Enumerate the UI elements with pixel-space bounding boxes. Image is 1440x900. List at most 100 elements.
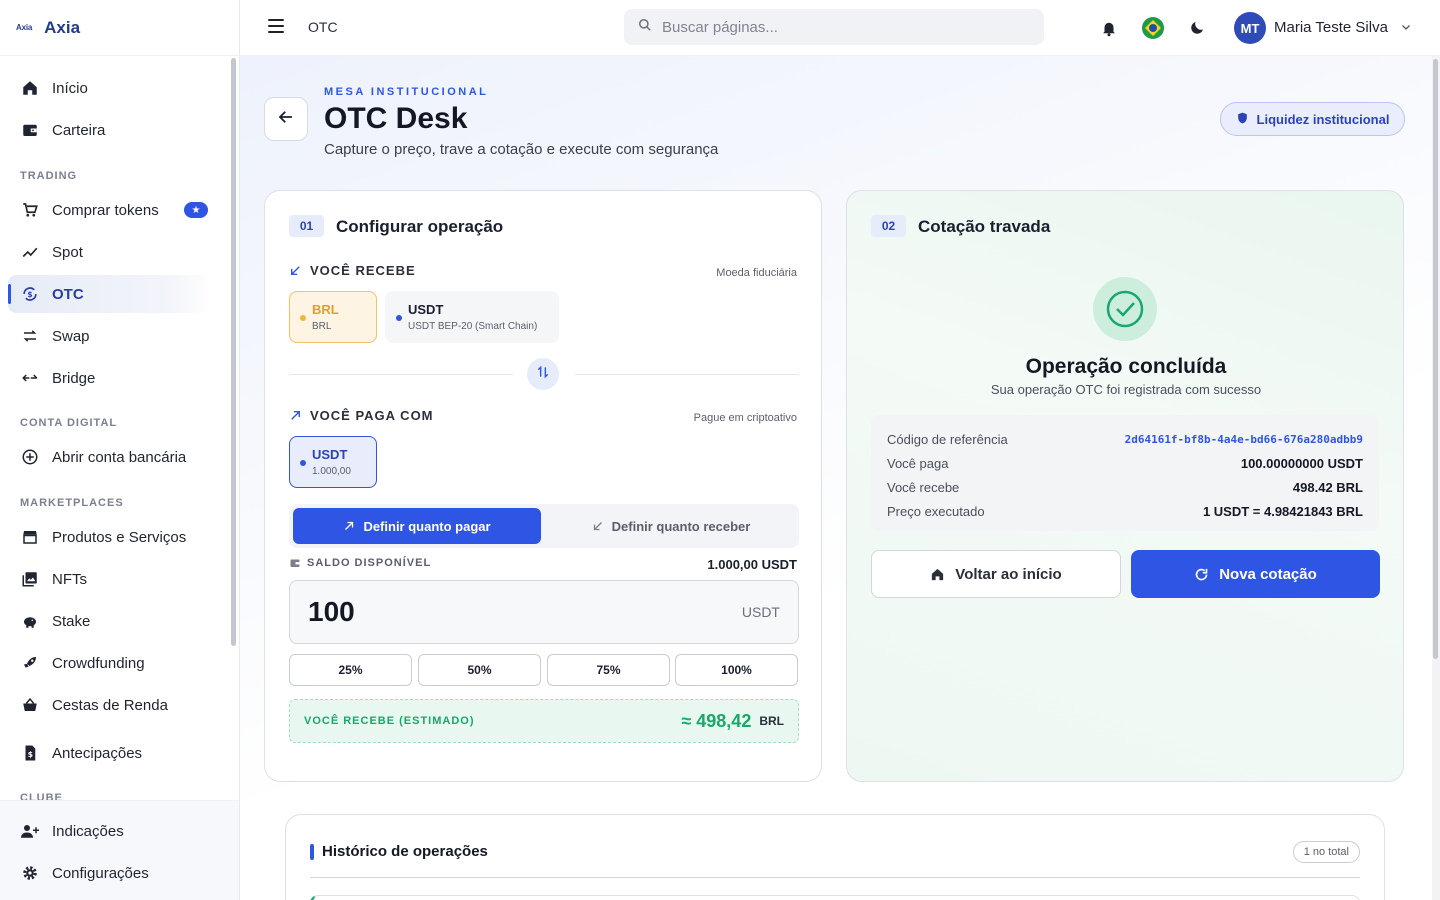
wallet-icon xyxy=(20,120,40,140)
pay-currency-usdt[interactable]: USDT 1.000,00 xyxy=(289,436,377,488)
liquidity-label: Liquidez institucional xyxy=(1256,111,1390,127)
user-name[interactable]: Maria Teste Silva xyxy=(1274,19,1388,36)
estimate-value: ≈ 498,42 xyxy=(681,710,752,731)
estimate-unit: BRL xyxy=(759,714,784,728)
amount-input[interactable]: 100 USDT xyxy=(289,580,799,644)
sidebar: Axia Axia Início Carteira TRADING Compra… xyxy=(0,0,240,900)
brand-logo[interactable]: Axia Axia xyxy=(0,0,239,56)
brazil-flag-icon[interactable] xyxy=(1141,16,1165,40)
divider xyxy=(289,374,513,375)
currency-code: USDT xyxy=(312,447,348,462)
sidebar-item-carteira[interactable]: Carteira xyxy=(8,111,212,149)
balance-label-text: SALDO DISPONÍVEL xyxy=(307,557,432,569)
amount-unit: USDT xyxy=(741,604,780,620)
page-title: OTC Desk xyxy=(324,102,468,135)
sidebar-item-indicacoes[interactable]: Indicações xyxy=(8,812,212,850)
sidebar-item-antecipacoes[interactable]: $ Antecipações xyxy=(8,734,212,772)
moon-icon[interactable] xyxy=(1185,16,1209,40)
receipt-key: Preço executado xyxy=(887,503,985,519)
percent-50-button[interactable]: 50% xyxy=(418,654,541,686)
back-button[interactable] xyxy=(264,97,308,141)
gear-icon xyxy=(20,863,40,883)
brl-dot xyxy=(300,315,306,321)
step-number: 01 xyxy=(289,215,324,237)
add-user-icon xyxy=(20,821,40,841)
sidebar-item-label: Swap xyxy=(52,327,90,345)
receipt-key: Você recebe xyxy=(887,479,960,495)
main-content: MESA INSTITUCIONAL OTC Desk Capture o pr… xyxy=(240,56,1432,900)
sidebar-item-cestas[interactable]: Cestas de Renda xyxy=(8,686,212,724)
sidebar-item-crowdfunding[interactable]: Crowdfunding xyxy=(8,644,212,682)
mode-pay-label: Definir quanto pagar xyxy=(363,518,491,534)
back-home-button[interactable]: Voltar ao início xyxy=(871,550,1121,598)
percent-100-button[interactable]: 100% xyxy=(675,654,798,686)
receipt-row: Você paga 100.00000000 USDT xyxy=(887,451,1363,475)
mode-receive-label: Definir quanto receber xyxy=(611,518,751,534)
currency-option-usdt[interactable]: USDT USDT BEP-20 (Smart Chain) xyxy=(385,291,559,343)
history-panel: Histórico de operações 1 no total xyxy=(285,814,1385,900)
sidebar-scrollbar[interactable] xyxy=(231,58,236,646)
new-quote-button[interactable]: Nova cotação xyxy=(1131,550,1380,598)
sidebar-item-label: OTC xyxy=(52,285,84,303)
top-bar: OTC MT Maria Teste Silva xyxy=(240,0,1440,56)
percent-25-button[interactable]: 25% xyxy=(289,654,412,686)
percent-75-button[interactable]: 75% xyxy=(547,654,670,686)
menu-icon[interactable] xyxy=(268,19,284,33)
sidebar-item-nfts[interactable]: NFTs xyxy=(8,560,212,598)
currency-code: USDT xyxy=(408,302,444,317)
history-row[interactable] xyxy=(310,895,1360,900)
page-eyebrow: MESA INSTITUCIONAL xyxy=(324,86,489,98)
plus-circle-icon xyxy=(20,447,40,467)
bell-icon[interactable] xyxy=(1097,16,1121,40)
sidebar-item-comprar-tokens[interactable]: Comprar tokens ★ xyxy=(8,191,212,229)
sidebar-item-swap[interactable]: Swap xyxy=(8,317,212,355)
history-count-badge: 1 no total xyxy=(1292,841,1360,863)
receive-label-text: VOCÊ RECEBE xyxy=(310,263,416,278)
currency-sub: BRL xyxy=(312,321,332,332)
sidebar-item-label: Abrir conta bancária xyxy=(52,448,187,466)
search-field[interactable] xyxy=(624,9,1044,45)
success-check-icon xyxy=(1093,277,1157,341)
set-receive-amount-button[interactable]: Definir quanto receber xyxy=(547,508,795,544)
shield-icon xyxy=(1236,111,1249,128)
wallet-icon xyxy=(289,557,301,569)
search-input[interactable] xyxy=(662,18,1022,36)
reference-code[interactable]: 2d64161f-bf8b-4a4e-bd66-676a280adbb9 xyxy=(1125,433,1363,446)
scrollbar-thumb[interactable] xyxy=(1433,59,1438,659)
balance-label: SALDO DISPONÍVEL xyxy=(289,557,431,569)
swap-direction-button[interactable] xyxy=(527,358,559,390)
invoice-icon: $ xyxy=(20,743,40,763)
main-scrollbar[interactable] xyxy=(1432,56,1440,900)
sidebar-item-abrir-conta[interactable]: Abrir conta bancária xyxy=(8,438,212,476)
status-title: Operação concluída xyxy=(1025,355,1227,378)
sidebar-item-label: Produtos e Serviços xyxy=(52,528,187,546)
sidebar-item-label: Comprar tokens xyxy=(52,201,159,219)
card-title: Cotação travada xyxy=(918,217,1051,236)
set-pay-amount-button[interactable]: Definir quanto pagar xyxy=(293,508,541,544)
config-card: 01 Configurar operação VOCÊ RECEBE Moeda… xyxy=(264,190,822,782)
sidebar-item-bridge[interactable]: Bridge xyxy=(8,359,212,397)
search-icon xyxy=(638,18,652,37)
sidebar-item-label: Antecipações xyxy=(52,744,143,762)
cart-icon xyxy=(20,200,40,220)
sidebar-item-configuracoes[interactable]: Configurações xyxy=(8,854,212,892)
chart-line-icon xyxy=(20,242,40,262)
sidebar-item-stake[interactable]: Stake xyxy=(8,602,212,640)
sidebar-item-produtos[interactable]: Produtos e Serviços xyxy=(8,518,212,556)
sidebar-item-label: NFTs xyxy=(52,570,87,588)
amount-value[interactable]: 100 xyxy=(308,596,355,628)
refresh-icon xyxy=(1194,567,1209,582)
sidebar-item-inicio[interactable]: Início xyxy=(8,69,212,107)
piggy-bank-icon xyxy=(20,611,40,631)
store-icon xyxy=(20,527,40,547)
liquidity-badge: Liquidez institucional xyxy=(1220,102,1405,136)
avatar[interactable]: MT xyxy=(1234,12,1266,44)
currency-option-brl[interactable]: BRL BRL xyxy=(289,291,377,343)
sidebar-footer: Indicações Configurações xyxy=(0,800,239,900)
sidebar-item-otc[interactable]: $ OTC xyxy=(8,275,212,313)
receipt-row: Preço executado 1 USDT = 4.98421843 BRL xyxy=(887,499,1363,523)
section-clube: CLUBE xyxy=(20,792,63,800)
chevron-down-icon[interactable] xyxy=(1400,20,1412,38)
receipt-row: Código de referência 2d64161f-bf8b-4a4e-… xyxy=(887,427,1363,451)
sidebar-item-spot[interactable]: Spot xyxy=(8,233,212,271)
